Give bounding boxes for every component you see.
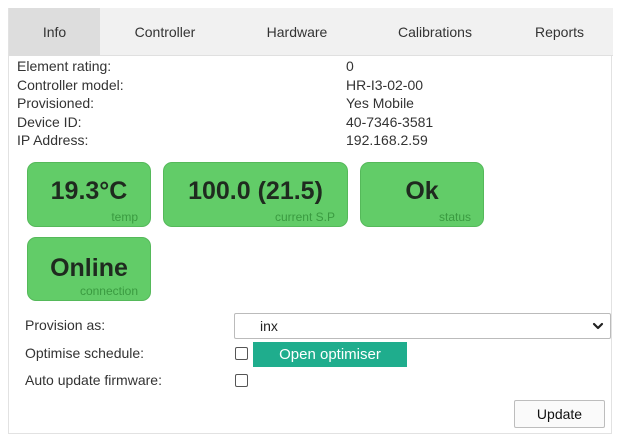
current-sp-tile: 100.0 (21.5) current S.P xyxy=(163,162,348,227)
tab-reports[interactable]: Reports xyxy=(506,8,613,56)
info-label: IP Address: xyxy=(17,132,89,148)
info-row-provisioned: Provisioned: Yes Mobile xyxy=(17,94,577,113)
info-label: Provisioned: xyxy=(17,95,95,111)
connection-value: Online xyxy=(50,254,128,282)
tab-controller[interactable]: Controller xyxy=(100,8,230,56)
info-label: Device ID: xyxy=(17,113,82,130)
tab-bar: Info Controller Hardware Calibrations Re… xyxy=(9,8,613,56)
info-label: Controller model: xyxy=(17,76,124,93)
provision-as-label: Provision as: xyxy=(25,317,106,333)
current-sp-value: 100.0 (21.5) xyxy=(188,177,323,205)
temp-tile: 19.3°C temp xyxy=(27,162,151,227)
optimise-schedule-checkbox[interactable] xyxy=(235,347,248,360)
temp-value: 19.3°C xyxy=(50,177,128,205)
connection-tile: Online connection xyxy=(27,237,151,301)
optimise-schedule-label: Optimise schedule: xyxy=(25,345,145,361)
device-info-list: Element rating: 0 Controller model: HR-I… xyxy=(17,57,577,150)
provision-selected-value: inx xyxy=(260,318,278,334)
provision-select[interactable]: inx xyxy=(234,313,611,339)
info-value: HR-I3-02-00 xyxy=(346,76,424,93)
info-value: 192.168.2.59 xyxy=(346,132,428,148)
info-value: 40-7346-3581 xyxy=(346,113,434,130)
update-button[interactable]: Update xyxy=(514,400,605,428)
info-label: Element rating: xyxy=(17,58,112,74)
info-value: Yes Mobile xyxy=(346,95,414,111)
status-tile: Ok status xyxy=(360,162,484,227)
auto-update-firmware-checkbox[interactable] xyxy=(235,374,248,387)
chevron-down-icon xyxy=(592,314,604,345)
info-value: 0 xyxy=(346,58,354,74)
connection-caption: connection xyxy=(79,284,138,298)
tab-info[interactable]: Info xyxy=(9,8,100,56)
tab-calibrations[interactable]: Calibrations xyxy=(364,8,506,56)
tab-hardware[interactable]: Hardware xyxy=(230,8,364,56)
status-value: Ok xyxy=(405,177,439,205)
current-sp-caption: current S.P xyxy=(274,210,335,224)
info-row-ip-address: IP Address: 192.168.2.59 xyxy=(17,131,577,150)
status-caption: status xyxy=(438,210,471,224)
info-row-element-rating: Element rating: 0 xyxy=(17,57,577,76)
temp-caption: temp xyxy=(111,210,138,224)
open-optimiser-button[interactable]: Open optimiser xyxy=(253,342,407,367)
info-row-controller-model: Controller model: HR-I3-02-00 xyxy=(17,76,577,95)
info-row-device-id: Device ID: 40-7346-3581 xyxy=(17,113,577,132)
auto-update-firmware-label: Auto update firmware: xyxy=(25,372,162,388)
